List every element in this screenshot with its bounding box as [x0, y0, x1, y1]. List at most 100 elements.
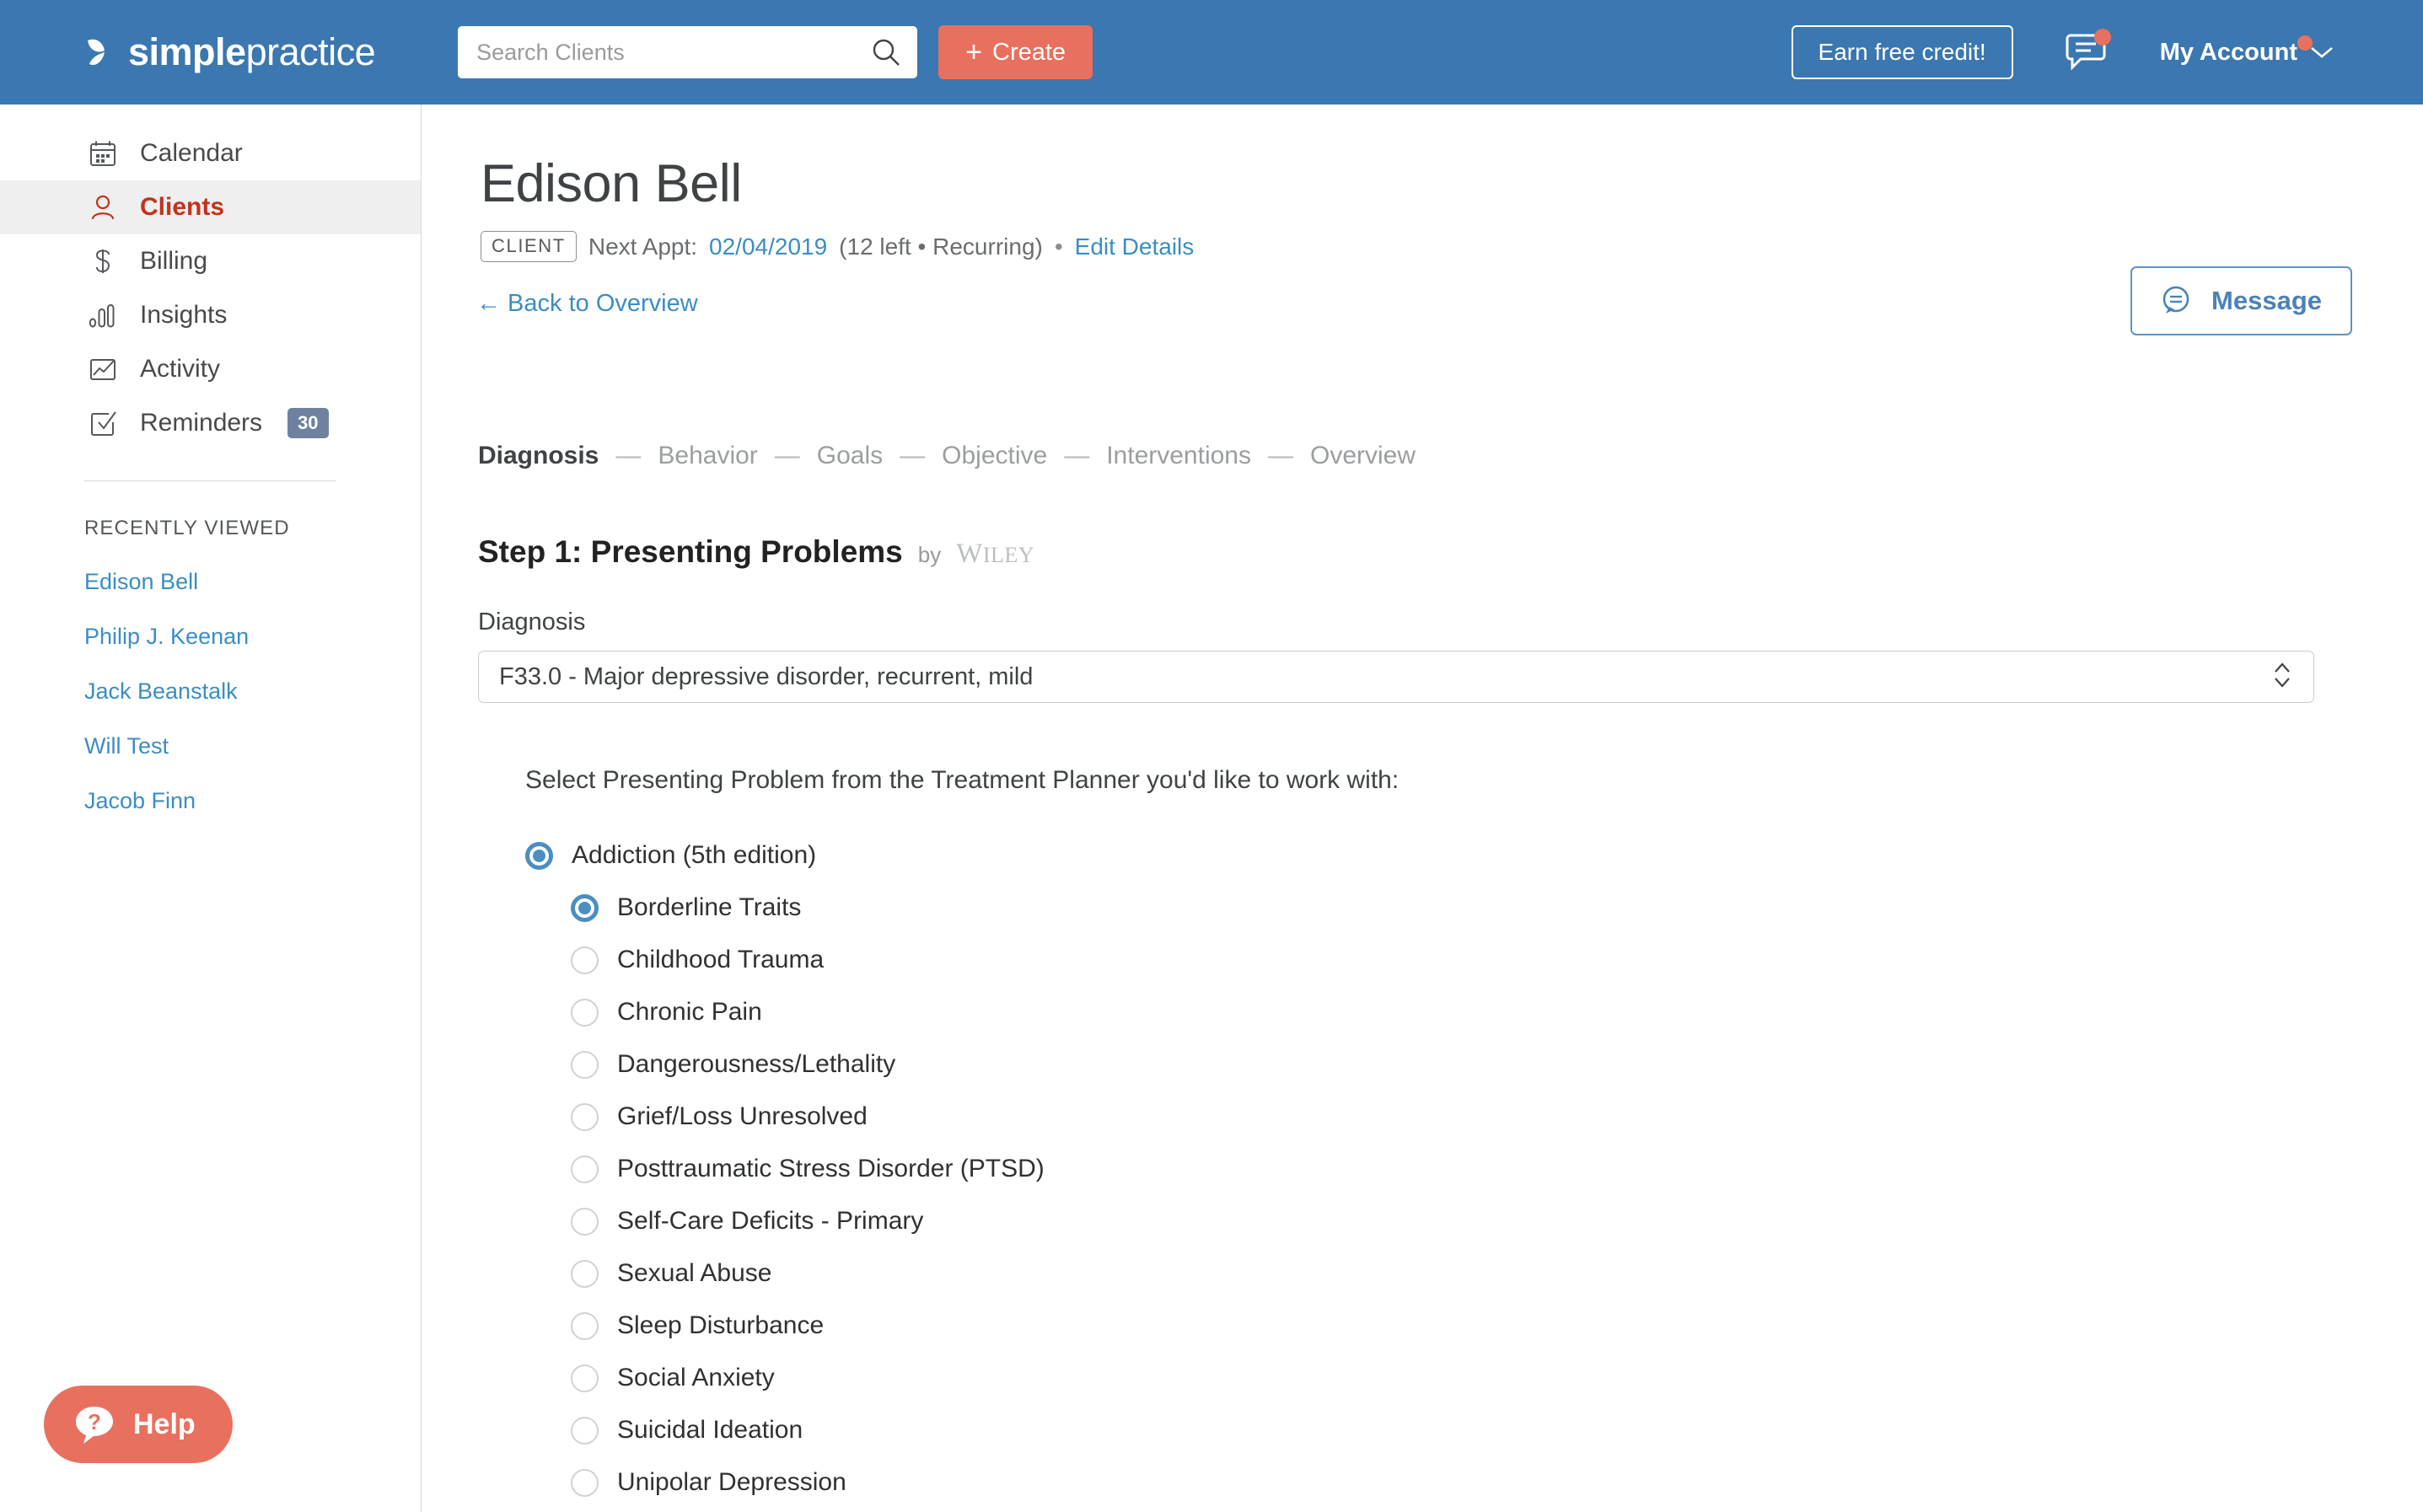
presenting-problem-prompt: Select Presenting Problem from the Treat… — [525, 766, 1400, 794]
option-label: Posttraumatic Stress Disorder (PTSD) — [617, 1155, 1045, 1182]
wiley-rest: ILEY — [982, 543, 1035, 567]
messages-unread-dot — [2093, 29, 2111, 46]
option-row[interactable]: Suicidal Ideation — [422, 1404, 2423, 1456]
sidebar: Calendar Clients Billing Insights Activi… — [0, 105, 422, 1512]
step-diagnosis[interactable]: Diagnosis — [478, 442, 599, 470]
option-row[interactable]: Sexual Abuse — [422, 1247, 2423, 1300]
next-appt-label: Next Appt: — [588, 233, 698, 260]
option-label: Borderline Traits — [617, 893, 802, 921]
radio-button[interactable] — [571, 1416, 599, 1445]
radio-button[interactable] — [571, 1468, 599, 1497]
create-button[interactable]: + Create — [938, 25, 1093, 79]
person-icon — [84, 189, 121, 226]
option-row[interactable]: Self-Care Deficits - Primary — [422, 1195, 2423, 1247]
help-button-label: Help — [133, 1407, 196, 1440]
wiley-initial: W — [956, 539, 983, 569]
option-row[interactable]: Unipolar Depression — [422, 1456, 2423, 1509]
recent-client-2[interactable]: Philip J. Keenan — [84, 624, 421, 650]
option-label: Addiction (5th edition) — [572, 841, 817, 869]
meta-separator: • — [1054, 233, 1063, 260]
sidebar-item-activity[interactable]: Activity — [0, 342, 421, 396]
page-title: Edison Bell — [481, 154, 742, 213]
option-label: Sleep Disturbance — [617, 1311, 825, 1339]
step-dash-5: — — [1268, 442, 1293, 469]
option-row[interactable]: Social Anxiety — [422, 1352, 2423, 1404]
option-row[interactable]: Chronic Pain — [422, 986, 2423, 1038]
sidebar-item-reminders[interactable]: Reminders 30 — [0, 396, 421, 450]
wiley-logo: WILEY — [956, 539, 1034, 570]
edit-details-link[interactable]: Edit Details — [1075, 233, 1195, 260]
step-dash-4: — — [1064, 442, 1090, 469]
logo-text-practice: practice — [245, 30, 376, 73]
help-question-bubble-icon: ? — [76, 1407, 113, 1444]
option-row[interactable]: Sleep Disturbance — [422, 1300, 2423, 1352]
treatment-plan-steps: Diagnosis — Behavior — Goals — Objective… — [478, 442, 1416, 470]
search-icon[interactable] — [872, 38, 900, 67]
radio-button[interactable] — [571, 1155, 599, 1183]
my-account-label: My Account — [2159, 38, 2297, 66]
sidebar-item-clients[interactable]: Clients — [0, 180, 421, 234]
main-content: Edison Bell CLIENT Next Appt: 02/04/2019… — [422, 105, 2423, 1512]
sidebar-item-reminders-label: Reminders — [140, 409, 263, 437]
reminders-count-badge: 30 — [287, 408, 329, 438]
step-objective[interactable]: Objective — [942, 442, 1047, 470]
activity-icon — [84, 351, 121, 388]
message-button[interactable]: Message — [2130, 266, 2352, 335]
radio-button[interactable] — [571, 1311, 599, 1340]
option-row[interactable]: Dangerousness/Lethality — [422, 1038, 2423, 1091]
recent-client-5[interactable]: Jacob Finn — [84, 788, 421, 814]
simplepractice-logo[interactable]: simple practice — [84, 30, 376, 74]
sidebar-item-activity-label: Activity — [140, 355, 221, 383]
option-label: Grief/Loss Unresolved — [617, 1102, 868, 1130]
plus-icon: + — [965, 36, 982, 68]
recently-viewed-heading: RECENTLY VIEWED — [84, 517, 290, 539]
chevron-down-icon[interactable] — [2309, 45, 2334, 60]
radio-button[interactable] — [571, 946, 599, 974]
step-overview[interactable]: Overview — [1310, 442, 1416, 470]
radio-button[interactable] — [571, 1050, 599, 1079]
select-updown-chevron-icon[interactable] — [2271, 658, 2293, 696]
recent-client-1[interactable]: Edison Bell — [84, 569, 421, 595]
message-button-label: Message — [2211, 286, 2322, 315]
radio-button[interactable] — [571, 1102, 599, 1131]
option-row[interactable]: Borderline Traits — [422, 882, 2423, 934]
next-appt-detail: (12 left • Recurring) — [839, 233, 1043, 260]
back-to-overview-link[interactable]: ← Back to Overview — [476, 290, 698, 318]
option-row[interactable]: Childhood Trauma — [422, 934, 2423, 986]
step-heading-row: Step 1: Presenting Problems by WILEY — [478, 534, 1034, 570]
step-goals[interactable]: Goals — [817, 442, 883, 470]
radio-button[interactable] — [571, 893, 599, 922]
search-clients-box[interactable] — [458, 26, 918, 78]
presenting-problem-options: Addiction (5th edition) Borderline Trait… — [422, 829, 2423, 1512]
option-row[interactable]: Posttraumatic Stress Disorder (PTSD) — [422, 1143, 2423, 1195]
next-appt-date-link[interactable]: 02/04/2019 — [709, 233, 827, 260]
sidebar-divider — [84, 480, 336, 481]
recent-client-3[interactable]: Jack Beanstalk — [84, 678, 421, 705]
calendar-icon — [84, 135, 121, 172]
option-row[interactable]: Grief/Loss Unresolved — [422, 1091, 2423, 1143]
radio-button[interactable] — [525, 841, 553, 870]
step-dash-2: — — [774, 442, 800, 469]
option-label: Suicidal Ideation — [617, 1416, 803, 1444]
top-bar-right-group: Earn free credit! My Account — [1791, 25, 2334, 79]
step-behavior[interactable]: Behavior — [658, 442, 757, 470]
sidebar-item-billing[interactable]: Billing — [0, 234, 421, 288]
search-input[interactable] — [476, 39, 873, 66]
step-interventions[interactable]: Interventions — [1106, 442, 1251, 470]
my-account-menu[interactable]: My Account — [2159, 35, 2334, 67]
recent-client-4[interactable]: Will Test — [84, 733, 421, 759]
help-button[interactable]: ? Help — [44, 1386, 233, 1463]
diagnosis-select[interactable]: F33.0 - Major depressive disorder, recur… — [478, 651, 2314, 703]
logo-text-simple: simple — [128, 30, 246, 73]
sidebar-item-insights[interactable]: Insights — [0, 288, 421, 342]
messages-button[interactable] — [2064, 29, 2111, 74]
diagnosis-label: Diagnosis — [478, 609, 586, 635]
radio-button[interactable] — [571, 1207, 599, 1236]
earn-free-credit-button[interactable]: Earn free credit! — [1791, 25, 2013, 79]
radio-button[interactable] — [571, 998, 599, 1027]
by-label: by — [917, 542, 942, 567]
radio-button[interactable] — [571, 1364, 599, 1392]
sidebar-item-calendar[interactable]: Calendar — [0, 126, 421, 180]
radio-button[interactable] — [571, 1259, 599, 1288]
option-row[interactable]: Addiction (5th edition) — [422, 829, 2423, 882]
